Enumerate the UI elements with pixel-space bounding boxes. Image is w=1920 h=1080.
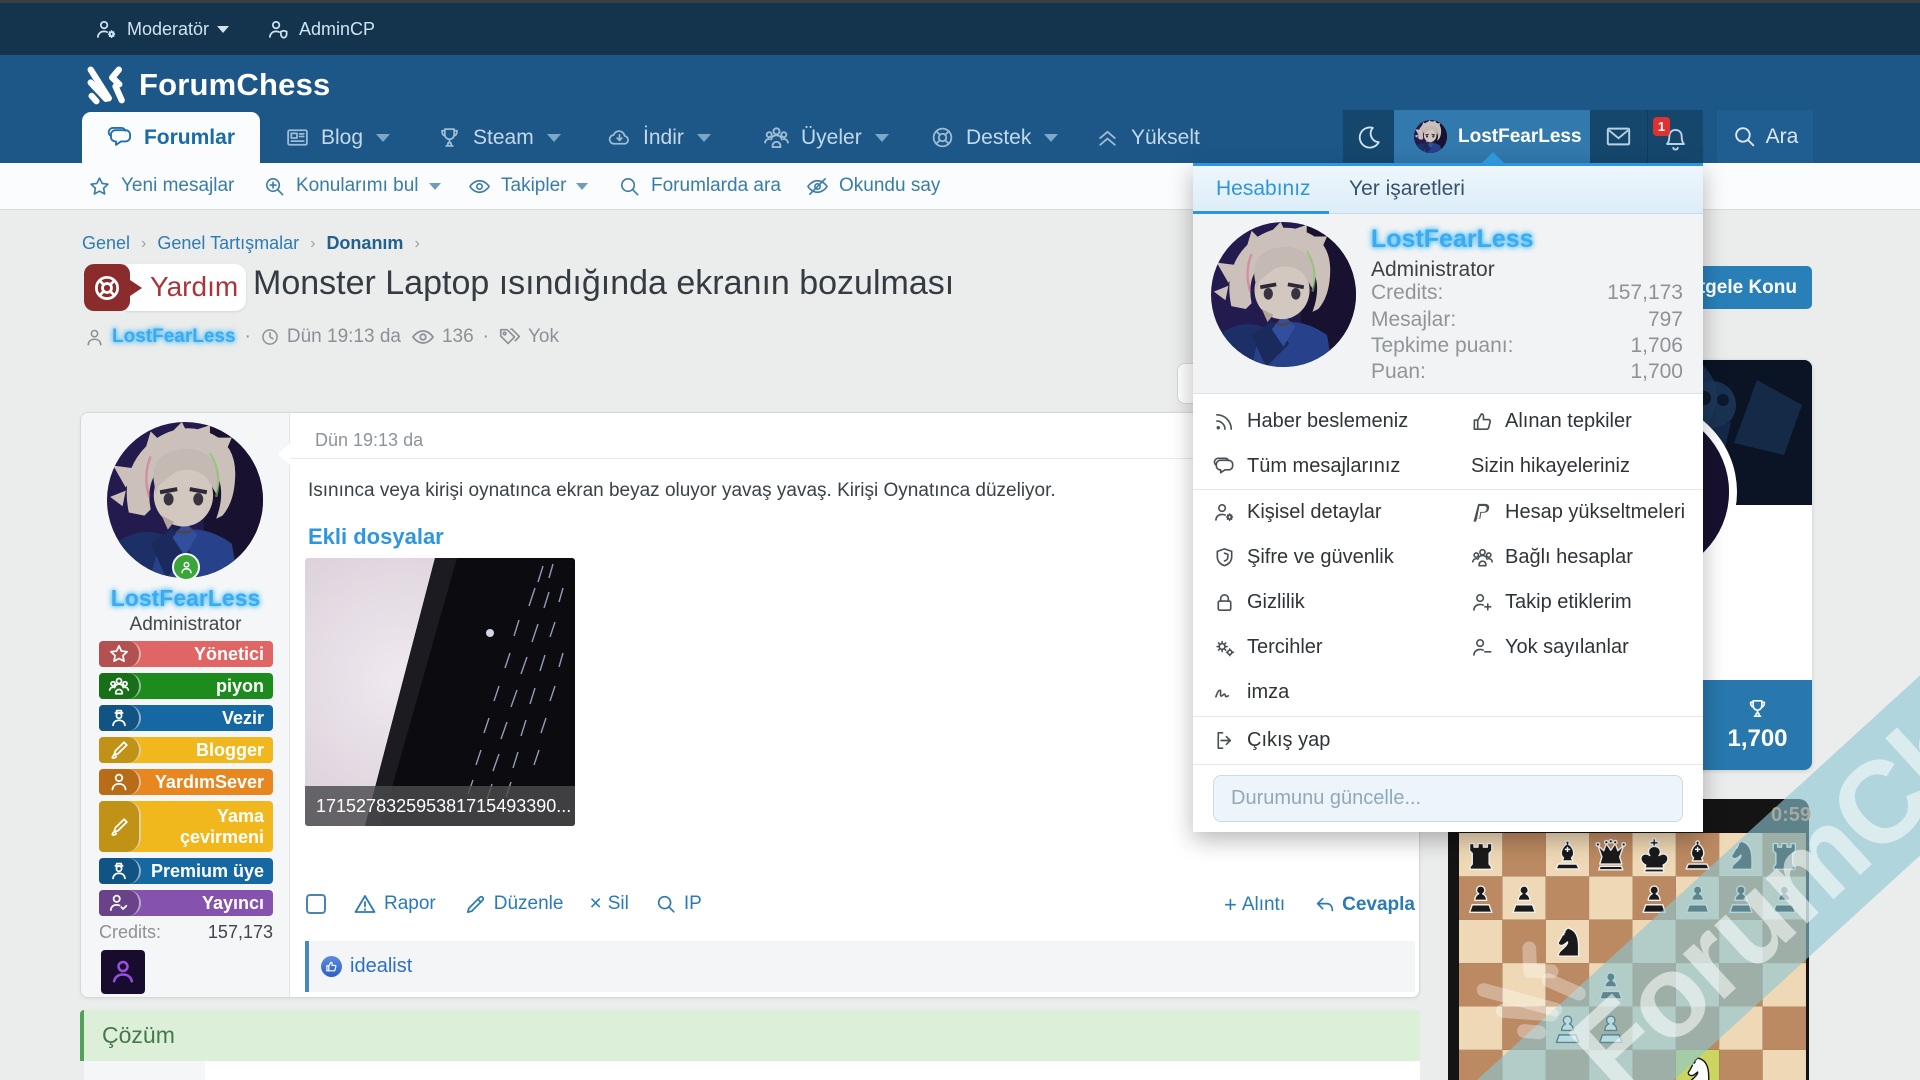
- svg-text:171527832595381715493390...: 171527832595381715493390...: [316, 796, 571, 816]
